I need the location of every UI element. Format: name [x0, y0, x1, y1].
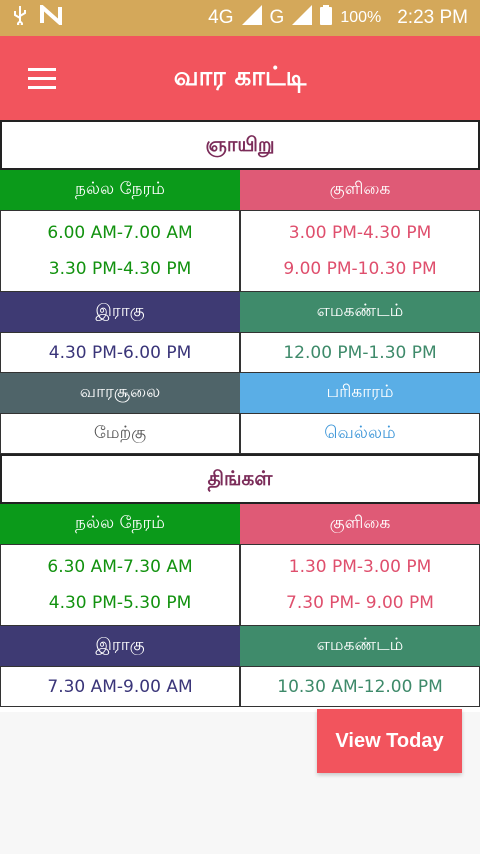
nalla-neram-time-2: 3.30 PM-4.30 PM — [48, 259, 192, 279]
kuligai-time-1: 3.00 PM-4.30 PM — [288, 223, 432, 243]
parigaram-header: பரிகாரம் — [240, 373, 480, 413]
day-header-monday: திங்கள் — [0, 454, 480, 504]
emagandam-value: 10.30 AM-12.00 PM — [240, 666, 480, 707]
emagandam-value: 12.00 PM-1.30 PM — [240, 332, 480, 373]
status-bar: 4G G 100% 2:23 PM — [0, 0, 480, 36]
signal-icon-2 — [292, 5, 313, 31]
clock-time: 2:23 PM — [397, 7, 468, 28]
nalla-neram-header: நல்ல நேரம் — [0, 504, 240, 544]
ragu-header: இராகு — [0, 626, 240, 666]
soolam-value: மேற்கு — [0, 413, 240, 454]
app-title: வார காட்டி — [173, 61, 307, 92]
kuligai-header: குளிகை — [240, 504, 480, 544]
emagandam-header: எமகண்டம் — [240, 626, 480, 666]
kuligai-time-2: 7.30 PM- 9.00 PM — [286, 593, 434, 613]
kuligai-header: குளிகை — [240, 170, 480, 210]
kuligai-values: 1.30 PM-3.00 PM 7.30 PM- 9.00 PM — [240, 544, 480, 626]
battery-percent: 100% — [340, 9, 382, 26]
soolam-header: வாரசூலை — [0, 373, 240, 413]
kuligai-time-1: 1.30 PM-3.00 PM — [288, 557, 432, 577]
nalla-neram-values: 6.30 AM-7.30 AM 4.30 PM-5.30 PM — [0, 544, 240, 626]
emagandam-header: எமகண்டம் — [240, 292, 480, 332]
parigaram-value: வெல்லம் — [240, 413, 480, 454]
nalla-neram-header: நல்ல நேரம் — [0, 170, 240, 210]
carrier-indicator: G — [269, 7, 285, 28]
nalla-neram-time-1: 6.00 AM-7.00 AM — [47, 223, 193, 243]
app-bar: வார காட்டி — [0, 36, 480, 120]
n-notification-icon — [40, 2, 62, 31]
kuligai-values: 3.00 PM-4.30 PM 9.00 PM-10.30 PM — [240, 210, 480, 292]
nalla-neram-time-1: 6.30 AM-7.30 AM — [47, 557, 193, 577]
signal-icon-1 — [241, 5, 262, 31]
ragu-value: 7.30 AM-9.00 AM — [0, 666, 240, 707]
kuligai-time-2: 9.00 PM-10.30 PM — [283, 259, 437, 279]
ragu-value: 4.30 PM-6.00 PM — [0, 332, 240, 373]
nalla-neram-time-2: 4.30 PM-5.30 PM — [48, 593, 192, 613]
usb-icon — [12, 5, 28, 31]
network-type: 4G — [208, 7, 234, 28]
day-list[interactable]: ஞாயிறு நல்ல நேரம் குளிகை 6.00 AM-7.00 AM… — [0, 120, 480, 712]
hamburger-menu-icon[interactable] — [12, 48, 72, 108]
day-header-sunday: ஞாயிறு — [0, 120, 480, 170]
battery-icon — [320, 5, 333, 31]
view-today-button[interactable]: View Today — [317, 709, 462, 773]
nalla-neram-values: 6.00 AM-7.00 AM 3.30 PM-4.30 PM — [0, 210, 240, 292]
ragu-header: இராகு — [0, 292, 240, 332]
